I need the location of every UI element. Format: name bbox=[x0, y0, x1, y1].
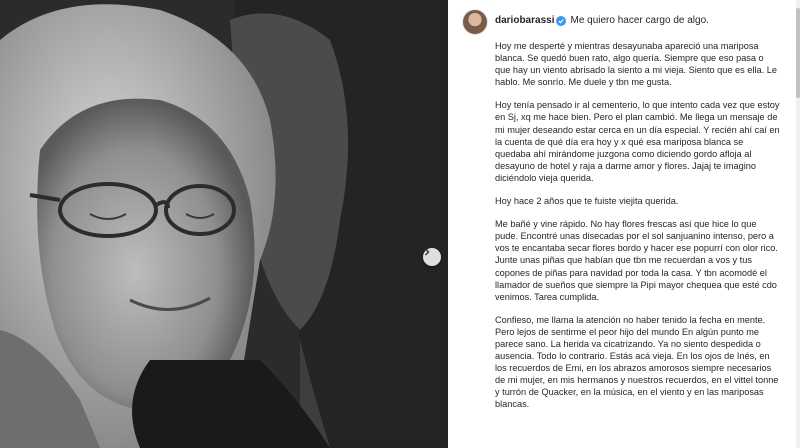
verified-badge-icon bbox=[556, 15, 567, 26]
post-detail-panel: dariobarassi Me quiero hacer cargo de al… bbox=[448, 0, 800, 448]
caption-paragraph: Hoy tenía pensado ir al cementerio, lo q… bbox=[495, 100, 780, 183]
caption-paragraph: Hoy hace 2 años que te fuiste viejita qu… bbox=[495, 196, 679, 207]
next-photo-button[interactable] bbox=[423, 248, 441, 266]
caption-paragraph: Hoy me desperté y mientras desayunaba ap… bbox=[495, 41, 777, 88]
caption-headline: Me quiero hacer cargo de algo. bbox=[570, 15, 709, 26]
chevron-right-icon bbox=[425, 248, 430, 256]
profile-avatar[interactable] bbox=[463, 10, 487, 34]
caption-paragraph: Me bañé y vine rápido. No hay flores fre… bbox=[495, 219, 778, 302]
username-link[interactable]: dariobarassi bbox=[495, 15, 554, 26]
caption-header: dariobarassi Me quiero hacer cargo de al… bbox=[495, 15, 709, 26]
photo-illustration bbox=[0, 0, 448, 448]
caption-scrollbar[interactable] bbox=[796, 0, 800, 448]
caption-paragraph: Confieso, me llama la atención no haber … bbox=[495, 314, 779, 410]
caption-body: Hoy me desperté y mientras desayunaba ap… bbox=[495, 40, 781, 422]
post-photo[interactable] bbox=[0, 0, 448, 448]
scrollbar-thumb[interactable] bbox=[796, 8, 800, 98]
